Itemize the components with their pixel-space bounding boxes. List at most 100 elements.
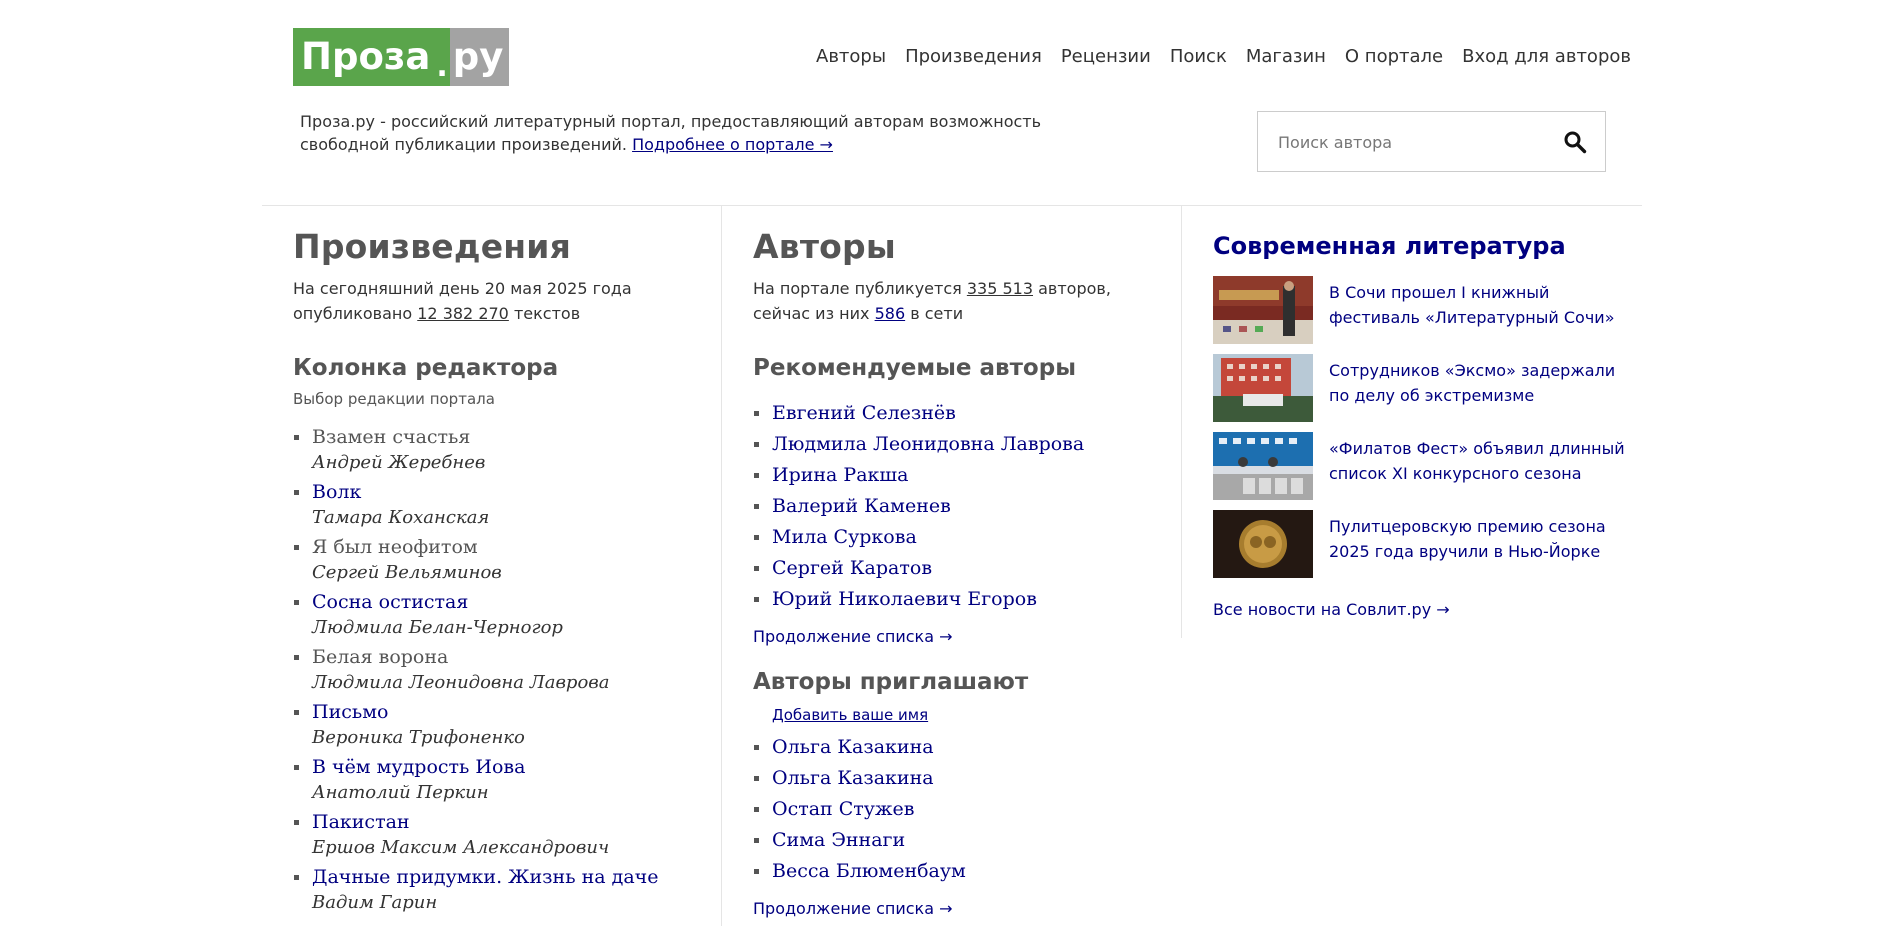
authors-column: Авторы На портале публикуется 335 513 ав…	[753, 224, 1163, 918]
news-item[interactable]: В Сочи прошел I книжный фестиваль «Литер…	[1213, 276, 1633, 344]
office-building-image[interactable]	[1213, 354, 1313, 422]
work-title-link[interactable]: В чём мудрость Иова	[312, 754, 703, 780]
editor-works-list: Взамен счастья Андрей Жеребнев Волк Тама…	[293, 424, 703, 915]
nav-works[interactable]: Произведения	[905, 46, 1042, 67]
work-author[interactable]: Вероника Трифоненко	[312, 725, 703, 750]
authors-invite-title: Авторы приглашают	[753, 669, 1029, 695]
nav-about[interactable]: О портале	[1345, 46, 1443, 67]
news-item-text[interactable]: В Сочи прошел I книжный фестиваль «Литер…	[1329, 280, 1633, 330]
press-conference-image[interactable]	[1213, 432, 1313, 500]
news-title[interactable]: Современная литература	[1213, 224, 1633, 268]
list-item: Письмо Вероника Трифоненко	[293, 699, 703, 750]
work-title-link[interactable]: Дачные придумки. Жизнь на даче	[312, 864, 703, 890]
works-title: Произведения	[293, 227, 572, 266]
news-item[interactable]: Пулитцеровскую премию сезона 2025 года в…	[1213, 510, 1633, 578]
author-link[interactable]: Ольга Казакина	[772, 767, 934, 789]
list-item: Пакистан Ершов Максим Александрович	[293, 809, 703, 860]
work-title-link[interactable]: Белая ворона	[312, 644, 703, 670]
festival-stage-image[interactable]	[1213, 276, 1313, 344]
about-portal-link[interactable]: Подробнее о портале →	[632, 135, 833, 154]
work-title-link[interactable]: Я был неофитом	[312, 534, 703, 560]
search-button[interactable]	[1563, 130, 1587, 154]
work-title-link[interactable]: Взамен счастья	[312, 424, 703, 450]
news-item[interactable]: Сотрудников «Эксмо» задержали по делу об…	[1213, 354, 1633, 422]
authors-online-link[interactable]: 586	[875, 304, 906, 323]
nav-login[interactable]: Вход для авторов	[1462, 46, 1631, 67]
logo-dot: .	[436, 28, 450, 86]
author-link[interactable]: Евгений Селезнёв	[772, 402, 956, 424]
work-author[interactable]: Людмила Леонидовна Лаврова	[312, 670, 703, 695]
authors-stat-text: На портале публикуется	[753, 279, 962, 298]
author-link[interactable]: Валерий Каменев	[772, 495, 951, 517]
author-link[interactable]: Остап Стужев	[772, 798, 914, 820]
author-search-input[interactable]	[1276, 112, 1550, 173]
all-news-link[interactable]: Все новости на Совлит.ру →	[1213, 600, 1450, 619]
list-item: Весса Блюменбаум	[753, 856, 1163, 887]
recommended-more-link[interactable]: Продолжение списка →	[753, 627, 953, 646]
author-link[interactable]: Ольга Казакина	[772, 736, 934, 758]
work-author[interactable]: Анатолий Перкин	[312, 780, 703, 805]
list-item: Ольга Казакина	[753, 763, 1163, 794]
list-item: Белая ворона Людмила Леонидовна Лаврова	[293, 644, 703, 695]
work-author[interactable]: Андрей Жеребнев	[312, 450, 703, 475]
authors-stat-mid: авторов,	[1038, 279, 1111, 298]
authors-stat-mid2: сейчас из них	[753, 304, 870, 323]
search-icon	[1564, 131, 1587, 154]
work-author[interactable]: Тамара Коханская	[312, 505, 703, 530]
work-title-link[interactable]: Письмо	[312, 699, 703, 725]
list-item: Мила Суркова	[753, 522, 1163, 553]
work-author[interactable]: Вадим Гарин	[312, 890, 703, 915]
list-item: Юрий Николаевич Егоров	[753, 584, 1163, 615]
site-logo[interactable]: Проза . ру	[293, 28, 510, 86]
author-link[interactable]: Ирина Ракша	[772, 464, 908, 486]
nav-search[interactable]: Поиск	[1170, 46, 1227, 67]
editor-column-title: Колонка редактора	[293, 355, 559, 381]
news-item-text[interactable]: Пулитцеровскую премию сезона 2025 года в…	[1329, 514, 1633, 564]
list-item: Сима Эннаги	[753, 825, 1163, 856]
work-author[interactable]: Людмила Белан-Черногор	[312, 615, 703, 640]
author-link[interactable]: Мила Суркова	[772, 526, 917, 548]
news-item[interactable]: «Филатов Фест» объявил длинный список XI…	[1213, 432, 1633, 500]
list-item: Сосна остистая Людмила Белан-Черногор	[293, 589, 703, 640]
recommended-authors-list: Евгений Селезнёв Людмила Леонидовна Лавр…	[753, 398, 1163, 615]
list-item: Валерий Каменев	[753, 491, 1163, 522]
authors-stat-suffix: в сети	[910, 304, 964, 323]
authors-stat: На портале публикуется 335 513 авторов, …	[753, 276, 1163, 326]
list-item: Взамен счастья Андрей Жеребнев	[293, 424, 703, 475]
logo-main: Проза	[293, 28, 437, 86]
work-title-link[interactable]: Волк	[312, 479, 703, 505]
author-link[interactable]: Людмила Леонидовна Лаврова	[772, 433, 1084, 455]
list-item: Волк Тамара Коханская	[293, 479, 703, 530]
work-title-link[interactable]: Сосна остистая	[312, 589, 703, 615]
work-title-link[interactable]: Пакистан	[312, 809, 703, 835]
gold-medal-image[interactable]	[1213, 510, 1313, 578]
list-item: Ирина Ракша	[753, 460, 1163, 491]
list-item: Сергей Каратов	[753, 553, 1163, 584]
work-author[interactable]: Ершов Максим Александрович	[312, 835, 703, 860]
news-item-text[interactable]: «Филатов Фест» объявил длинный список XI…	[1329, 436, 1633, 486]
works-column: Произведения На сегодняшний день 20 мая …	[293, 224, 703, 919]
nav-reviews[interactable]: Рецензии	[1061, 46, 1151, 67]
author-link[interactable]: Весса Блюменбаум	[772, 860, 966, 882]
works-count-link[interactable]: 12 382 270	[417, 304, 509, 323]
work-author[interactable]: Сергей Вельяминов	[312, 560, 703, 585]
invited-authors-list: Ольга Казакина Ольга Казакина Остап Стуж…	[753, 732, 1163, 887]
nav-shop[interactable]: Магазин	[1246, 46, 1326, 67]
author-search	[1257, 111, 1606, 173]
add-your-name-link[interactable]: Добавить ваше имя	[772, 706, 928, 724]
author-link[interactable]: Сима Эннаги	[772, 829, 905, 851]
nav-authors[interactable]: Авторы	[816, 46, 886, 67]
news-item-text[interactable]: Сотрудников «Эксмо» задержали по делу об…	[1329, 358, 1633, 408]
list-item: Ольга Казакина	[753, 732, 1163, 763]
works-stat: На сегодняшний день 20 мая 2025 года опу…	[293, 276, 703, 326]
news-column: Современная литература В Сочи прошел I к…	[1213, 224, 1633, 619]
works-stat-suffix: текстов	[513, 304, 581, 323]
invited-more-link[interactable]: Продолжение списка →	[753, 899, 953, 918]
authors-count-link[interactable]: 335 513	[967, 279, 1033, 298]
list-item: Людмила Леонидовна Лаврова	[753, 429, 1163, 460]
author-link[interactable]: Сергей Каратов	[772, 557, 932, 579]
logo-tld: ру	[449, 28, 510, 86]
recommended-authors-title: Рекомендуемые авторы	[753, 355, 1076, 381]
site-tagline: Проза.ру - российский литературный порта…	[300, 110, 1120, 156]
author-link[interactable]: Юрий Николаевич Егоров	[772, 588, 1037, 610]
